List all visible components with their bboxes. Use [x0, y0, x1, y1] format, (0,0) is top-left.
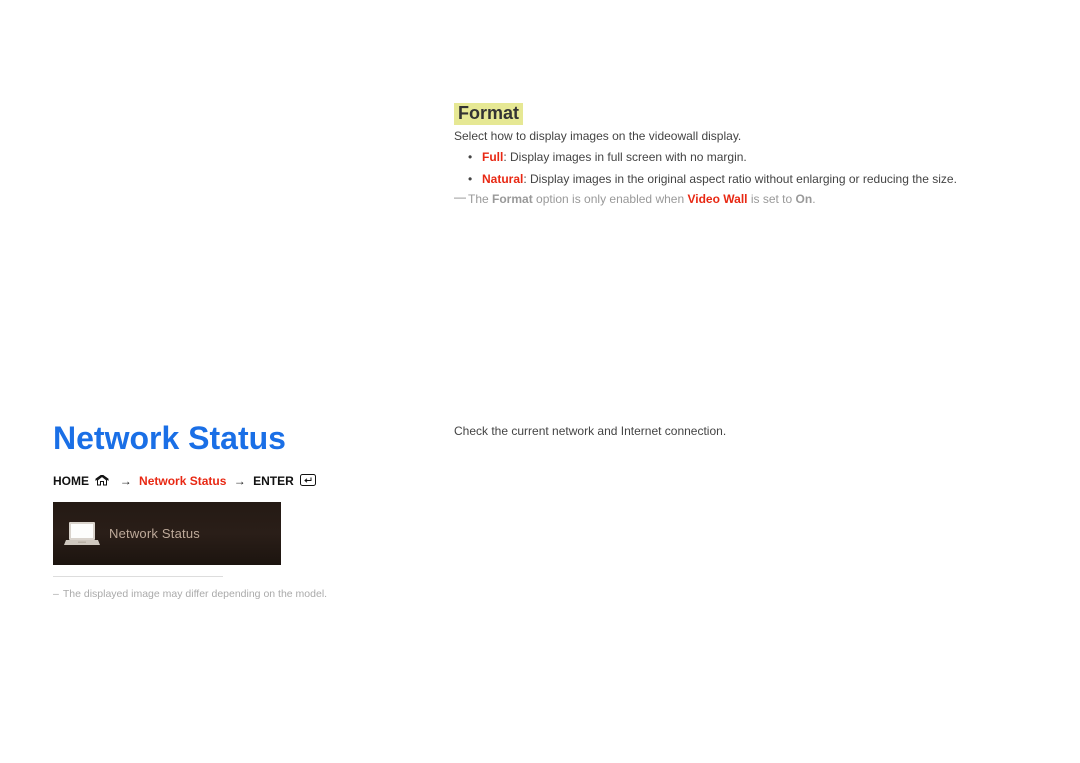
document-page: Format Select how to display images on t… [0, 0, 1080, 763]
network-status-tile: Network Status [53, 502, 281, 565]
nav-home-label: HOME [53, 474, 89, 488]
bullet-text: Full: Display images in full screen with… [482, 148, 747, 166]
note-format-word: Format [492, 192, 533, 206]
bullet-dot-icon: • [468, 170, 482, 188]
bullet-dot-icon: • [468, 148, 482, 166]
bullet-tail: : Display images in full screen with no … [503, 150, 746, 164]
network-status-description: Check the current network and Internet c… [454, 424, 726, 438]
note-on-word: On [796, 192, 813, 206]
bullet-tail: : Display images in the original aspect … [523, 172, 957, 186]
small-note-text: The displayed image may differ depending… [63, 588, 327, 600]
tile-label: Network Status [109, 526, 200, 541]
small-note: –The displayed image may differ dependin… [53, 588, 327, 600]
note-mark-icon: ― [454, 190, 468, 204]
horizontal-rule [53, 576, 223, 577]
note-mid: option is only enabled when [533, 192, 688, 206]
nav-enter-label: ENTER [253, 474, 294, 488]
home-icon [95, 475, 109, 489]
format-bullet-list: • Full: Display images in full screen wi… [468, 148, 957, 192]
laptop-icon [63, 515, 101, 553]
navigation-path: HOME → Network Status → ENTER [53, 474, 316, 489]
note-suffix: . [812, 192, 815, 206]
section-heading-format: Format [454, 103, 523, 125]
note-videowall-word: Video Wall [687, 192, 747, 206]
format-description: Select how to display images on the vide… [454, 129, 741, 143]
nav-arrow-1: → [120, 474, 132, 488]
bullet-strong: Full [482, 150, 503, 164]
note-prefix: The [468, 192, 492, 206]
note-mid2: is set to [747, 192, 795, 206]
section-title-network-status: Network Status [53, 420, 286, 457]
nav-item-network-status: Network Status [139, 474, 226, 488]
list-item: • Natural: Display images in the origina… [468, 170, 957, 188]
enter-icon [300, 474, 316, 489]
bullet-strong: Natural [482, 172, 523, 186]
small-note-dash-icon: – [53, 588, 59, 600]
format-note: ―The Format option is only enabled when … [454, 192, 816, 206]
bullet-text: Natural: Display images in the original … [482, 170, 957, 188]
nav-arrow-2: → [234, 474, 246, 488]
list-item: • Full: Display images in full screen wi… [468, 148, 957, 166]
